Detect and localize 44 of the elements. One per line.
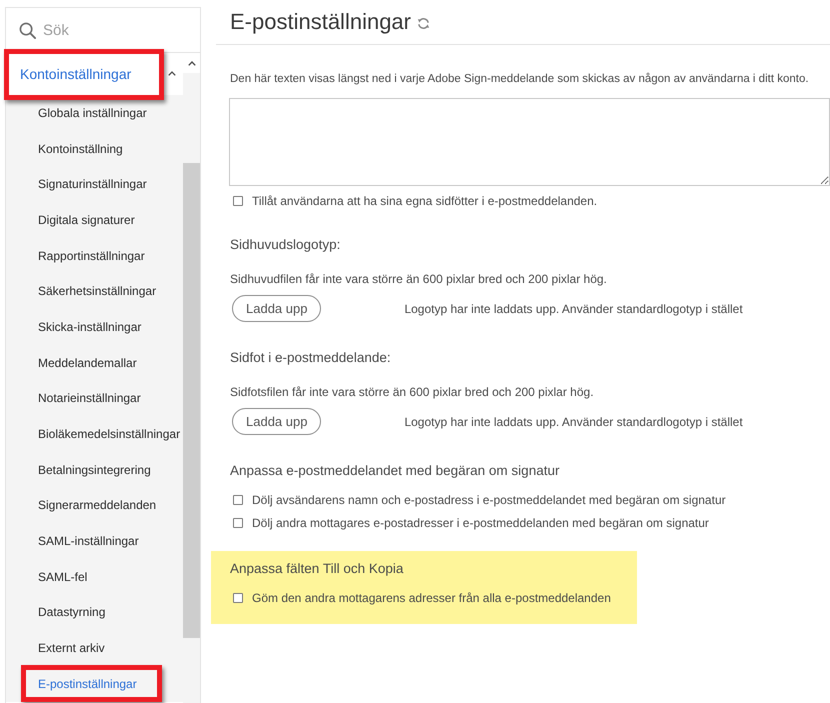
page-title: E-postinställningar xyxy=(230,8,411,36)
sidebar-item[interactable]: Säkerhetsinställningar xyxy=(6,273,183,310)
scrollbar-thumb[interactable] xyxy=(183,163,200,638)
hint-text: Sidfotsfilen får inte vara större än 600 pixlar bred och 200 pixlar hög. xyxy=(230,384,595,400)
sidebar-item[interactable]: E-postinställningar xyxy=(6,666,183,702)
description-text: Den här texten visas längst ned i varje Adobe Sign-meddelande som skickas av någon av användarna i ditt konto. xyxy=(230,72,810,87)
checkbox-label: Tillåt användarna att ha sina egna sidfötter i e-postmeddelanden. xyxy=(252,193,598,209)
sidebar-item[interactable]: Externt arkiv xyxy=(6,630,183,666)
section-heading: Sidhuvudslogotyp: xyxy=(230,236,342,254)
sidebar-item[interactable]: Notarieinställningar xyxy=(6,380,183,416)
sidebar-item[interactable]: Kontoinställning xyxy=(6,130,183,166)
sidebar-item[interactable]: SAML-fel xyxy=(6,558,183,595)
sidebar-item[interactable]: Skicka-inställningar xyxy=(6,309,183,345)
sidebar-item[interactable]: Rapportinställningar xyxy=(6,238,183,274)
caret-up-icon[interactable] xyxy=(168,70,176,76)
scrollbar-track[interactable] xyxy=(183,53,200,703)
sidebar-item[interactable]: Bioläkemedelsinställningar xyxy=(6,416,183,452)
sidebar-item[interactable]: Meddelandemallar xyxy=(6,344,183,380)
search-field[interactable]: Sök xyxy=(43,22,163,38)
refresh-icon[interactable] xyxy=(416,17,430,30)
section-heading: Sidfot i e-postmeddelande: xyxy=(230,349,392,367)
sidebar-item[interactable]: SAML-inställningar xyxy=(6,523,183,559)
checkbox[interactable] xyxy=(233,518,243,528)
checkbox[interactable] xyxy=(233,593,243,603)
section-heading: Anpassa e-postmeddelandet med begäran om signatur xyxy=(230,462,560,480)
status-text: Logotyp har inte laddats upp. Använder standardlogotyp i stället xyxy=(404,414,743,428)
section-heading: Anpassa fälten Till och Kopia xyxy=(230,560,404,578)
sidebar-item[interactable]: Signerarmeddelanden xyxy=(6,488,183,524)
sidebar-item[interactable]: Datastyrning xyxy=(6,594,183,630)
checkbox-label: Göm den andra mottagarens adresser från alla e-postmeddelanden xyxy=(252,590,611,606)
upload-button[interactable]: Ladda upp xyxy=(232,295,322,322)
checkbox[interactable] xyxy=(233,495,243,505)
hint-text: Sidhuvudfilen får inte vara större än 600 pixlar bred och 200 pixlar hög. xyxy=(230,271,608,287)
checkbox-label: Dölj andra mottagares e-postadresser i e-postmeddelanden med begäran om signatur xyxy=(252,515,709,531)
upload-button[interactable]: Ladda upp xyxy=(232,408,322,435)
scroll-up-icon[interactable] xyxy=(188,60,196,66)
checkbox[interactable] xyxy=(233,196,243,206)
checkbox-label: Dölj avsändarens namn och e-postadress i e-postmeddelandet med begäran om signatur xyxy=(252,492,726,508)
sidebar-item[interactable]: Signaturinställningar xyxy=(6,166,183,202)
search-icon xyxy=(19,22,36,38)
sidebar-item[interactable]: Betalningsintegrering xyxy=(6,452,183,488)
sidebar-item[interactable]: Digitala signaturer xyxy=(6,202,183,238)
status-text: Logotyp har inte laddats upp. Använder standardlogotyp i stället xyxy=(404,302,743,316)
footer-text-field[interactable] xyxy=(229,98,830,186)
